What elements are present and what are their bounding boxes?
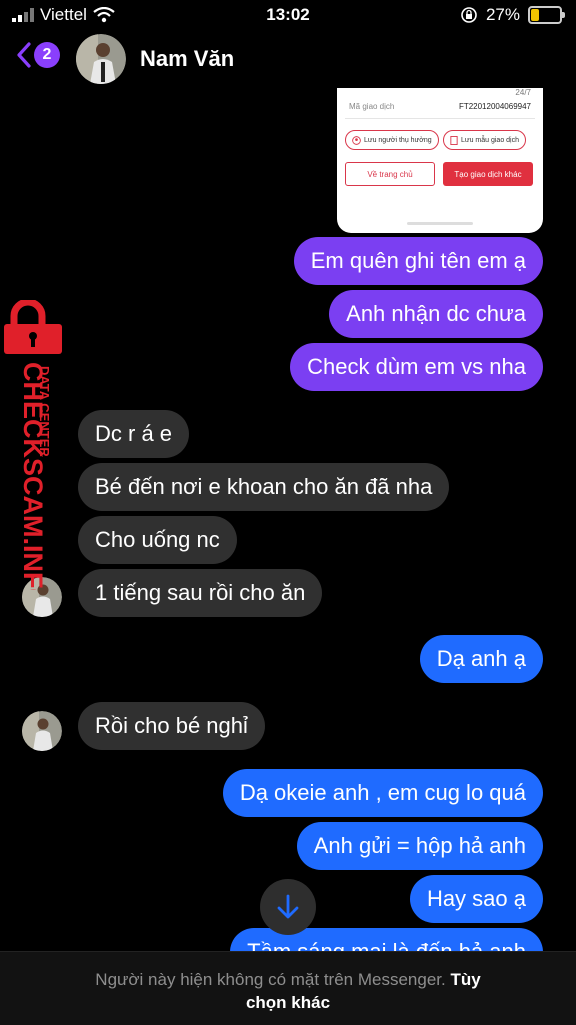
- message-bubble-sent[interactable]: Em quên ghi tên em ạ: [293, 237, 543, 285]
- home-indicator: [407, 222, 473, 225]
- contact-name[interactable]: Nam Văn: [140, 46, 234, 72]
- message-bubble-sent[interactable]: Hay sao ạ: [409, 875, 543, 923]
- padlock-icon: [4, 300, 62, 354]
- scroll-to-bottom-button[interactable]: [260, 879, 316, 935]
- new-transaction-button-image: Tạo giao dịch khác: [443, 162, 533, 186]
- conversation-header: 2 Nam Văn: [0, 32, 576, 88]
- unavailable-footer: Người này hiện không có mặt trên Messeng…: [0, 951, 576, 1025]
- message-bubble-received[interactable]: Dc r á e: [78, 410, 190, 458]
- status-bar: Viettel 13:02 27%: [0, 0, 576, 30]
- rotation-lock-icon: [461, 7, 477, 23]
- battery-icon: [528, 6, 565, 24]
- message-bubble-received[interactable]: Rồi cho bé nghỉ: [78, 702, 265, 750]
- message-bubble-sent[interactable]: Anh gửi = hộp hả anh: [296, 822, 543, 870]
- save-template-pill: Lưu mẫu giao dịch: [443, 130, 526, 150]
- home-button-image: Về trang chủ: [345, 162, 435, 186]
- status-right: 27%: [460, 5, 565, 25]
- sender-avatar[interactable]: [22, 711, 62, 751]
- more-options-link-part1[interactable]: Tùy: [450, 970, 480, 989]
- message-bubble-sent[interactable]: Anh nhận dc chưa: [329, 290, 543, 338]
- save-template-label: Lưu mẫu giao dịch: [461, 136, 519, 144]
- message-bubble-sent[interactable]: Check dùm em vs nha: [290, 343, 543, 391]
- unavailable-notice: Người này hiện không có mặt trên Messeng…: [95, 970, 446, 989]
- service-tag: 24/7: [515, 88, 531, 97]
- chevron-left-icon: [17, 42, 31, 68]
- back-button[interactable]: 2: [16, 42, 60, 68]
- message-bubble-sent[interactable]: Dạ okeie anh , em cug lo quá: [222, 769, 543, 817]
- message-bubble-received[interactable]: Bé đến nơi e khoan cho ăn đã nha: [78, 463, 450, 511]
- contact-avatar[interactable]: [76, 34, 126, 84]
- battery-fill: [531, 9, 540, 21]
- message-bubble-sent[interactable]: Dạ anh ạ: [419, 635, 543, 683]
- transaction-label: Mã giao dịch: [349, 102, 395, 111]
- watermark-subtitle: DATA CENTER: [37, 366, 52, 457]
- unread-count-badge: 2: [34, 42, 60, 68]
- transaction-row: 24/7 Mã giao dịch FT22012004069947: [345, 88, 535, 119]
- message-bubble-received[interactable]: 1 tiếng sau rồi cho ăn: [78, 569, 323, 617]
- shared-image-message[interactable]: 24/7 Mã giao dịch FT22012004069947 Lưu n…: [337, 88, 543, 233]
- battery-percent: 27%: [485, 5, 520, 24]
- footer-line-1: Người này hiện không có mặt trên Messeng…: [0, 970, 576, 990]
- arrow-down-icon: [277, 894, 299, 919]
- message-bubble-received[interactable]: Cho uống nc: [78, 516, 237, 564]
- more-options-link[interactable]: chọn khác: [0, 993, 576, 1013]
- document-icon: [450, 135, 458, 145]
- user-icon: [352, 135, 361, 145]
- save-recipient-label: Lưu người thụ hưởng: [364, 136, 432, 144]
- watermark: CHECKSCAM.INFO DATA CENTER: [4, 300, 62, 590]
- save-recipient-pill: Lưu người thụ hưởng: [345, 130, 439, 150]
- transaction-id: FT22012004069947: [458, 102, 531, 111]
